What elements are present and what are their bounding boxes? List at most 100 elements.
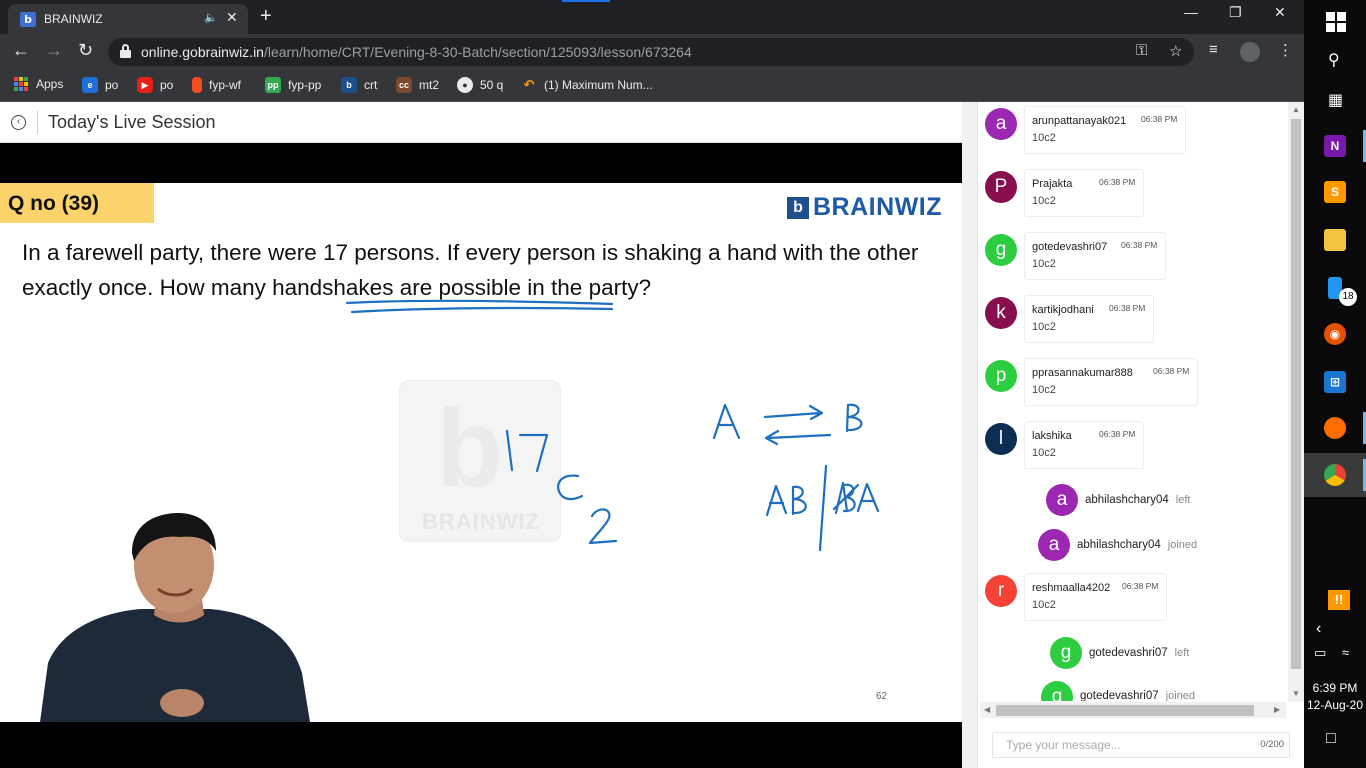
bookmark-star-icon[interactable]: ☆ bbox=[1169, 42, 1182, 60]
chat-vertical-scrollbar[interactable]: ▲ ▼ bbox=[1288, 102, 1304, 702]
sublime-icon: S bbox=[1324, 181, 1346, 203]
reload-icon[interactable]: ↻ bbox=[78, 40, 93, 61]
taskbar-firefox[interactable] bbox=[1304, 406, 1366, 450]
back-arrow-icon[interactable]: ← bbox=[12, 40, 30, 61]
bookmark-fyp-pp[interactable]: pp fyp-pp bbox=[265, 77, 321, 93]
ink-digit-2 bbox=[588, 508, 618, 545]
ink-BA-crossed bbox=[832, 481, 880, 515]
scroll-right-icon[interactable]: ▶ bbox=[1274, 705, 1280, 714]
bookmark-label: (1) Maximum Num... bbox=[544, 78, 653, 92]
bookmark-apps[interactable]: Apps bbox=[14, 77, 63, 91]
message-bubble: gotedevashri07 06:38 PM 10c2 bbox=[1024, 232, 1166, 280]
scroll-up-icon[interactable]: ▲ bbox=[1292, 105, 1300, 114]
bookmark-po-1[interactable]: e po bbox=[82, 77, 118, 93]
chat-event-left: a abhilashchary04 left bbox=[1046, 484, 1190, 516]
forward-arrow-icon[interactable]: → bbox=[45, 40, 63, 61]
window-close-icon[interactable]: ✕ bbox=[1274, 4, 1286, 21]
bookmark-fyp-wf[interactable]: fyp-wf bbox=[192, 77, 241, 93]
avatar: r bbox=[985, 575, 1017, 607]
taskbar-media[interactable]: ◉ bbox=[1304, 312, 1366, 356]
bookmark-maximum-num[interactable]: ↶ (1) Maximum Num... bbox=[521, 77, 653, 93]
e-icon: e bbox=[82, 77, 98, 93]
action-center-icon[interactable]: □ bbox=[1326, 730, 1336, 748]
windows-logo-icon bbox=[1326, 12, 1346, 32]
avatar: a bbox=[1038, 529, 1070, 561]
bookmarks-bar: Apps e po ▶ po fyp-wf pp fyp-pp b crt cc… bbox=[0, 70, 1304, 102]
chat-horizontal-scrollbar[interactable]: ◀ ▶ bbox=[980, 702, 1286, 718]
ink-letter-B bbox=[845, 403, 863, 433]
chat-hscroll-thumb[interactable] bbox=[996, 705, 1254, 716]
slide-number: 62 bbox=[876, 691, 888, 702]
live-video-player[interactable]: Q no (39) b BRAINWIZ In a farewell party… bbox=[0, 143, 962, 768]
profile-avatar[interactable] bbox=[1240, 42, 1260, 62]
event-username: abhilashchary04 bbox=[1085, 494, 1169, 506]
ink-arrow-right bbox=[763, 404, 824, 421]
message-bubble: Prajakta 06:38 PM 10c2 bbox=[1024, 169, 1144, 217]
windows-taskbar: ⚲ ▦ N S 18 ◉ ⊞ !! ‹ ▭ ≈ 6:39 PM 12-Aug-2… bbox=[1304, 0, 1366, 768]
media-control-icon[interactable]: ≡ bbox=[1209, 41, 1218, 58]
restore-icon[interactable]: ❐ bbox=[1229, 4, 1242, 21]
event-status: joined bbox=[1167, 539, 1198, 551]
address-bar[interactable]: online.gobrainwiz.in/learn/home/CRT/Even… bbox=[108, 38, 1194, 66]
message-text: 10c2 bbox=[1032, 321, 1056, 333]
header-divider bbox=[37, 111, 38, 134]
start-button[interactable] bbox=[1304, 0, 1366, 44]
battery-icon[interactable]: ▭ bbox=[1314, 645, 1326, 661]
search-icon[interactable]: ⚲ bbox=[1328, 50, 1340, 70]
key-icon[interactable]: ⚿ bbox=[1136, 42, 1147, 59]
taskbar-sublime[interactable]: S bbox=[1304, 170, 1366, 214]
presenter-video bbox=[40, 513, 310, 722]
taskbar-clock[interactable]: 6:39 PM 12-Aug-20 bbox=[1304, 680, 1366, 714]
taskbar-phone[interactable]: 18 bbox=[1304, 266, 1366, 310]
taskbar-explorer[interactable] bbox=[1304, 218, 1366, 262]
media-player-icon: ◉ bbox=[1324, 323, 1346, 345]
chat-scroll-thumb[interactable] bbox=[1291, 119, 1301, 669]
message-username: lakshika bbox=[1032, 430, 1072, 442]
message-username: gotedevashri07 bbox=[1032, 241, 1108, 253]
notification-alert-icon[interactable]: !! bbox=[1328, 590, 1350, 610]
ink-letter-c bbox=[557, 474, 584, 501]
tab-close-icon[interactable]: ✕ bbox=[226, 9, 238, 26]
menu-dots-icon[interactable]: ⋮ bbox=[1278, 41, 1293, 59]
taskbar-chrome[interactable] bbox=[1304, 453, 1366, 497]
message-time: 06:38 PM bbox=[1099, 177, 1136, 187]
bookmark-label: mt2 bbox=[419, 78, 440, 92]
browser-toolbar: ← → ↻ online.gobrainwiz.in/learn/home/CR… bbox=[0, 34, 1304, 70]
message-username: pprasannakumar888 bbox=[1032, 367, 1133, 379]
bookmark-po-2[interactable]: ▶ po bbox=[137, 77, 173, 93]
avatar: a bbox=[985, 108, 1017, 140]
scroll-down-icon[interactable]: ▼ bbox=[1292, 689, 1300, 698]
chat-event-joined: g gotedevashri07 joined bbox=[1041, 681, 1195, 701]
presenter-hand bbox=[160, 689, 204, 717]
bookmark-mt2[interactable]: cc mt2 bbox=[396, 77, 439, 93]
new-tab-icon[interactable]: + bbox=[260, 5, 272, 27]
browser-tab[interactable]: b BRAINWIZ 🔈 ✕ bbox=[8, 4, 248, 34]
bookmark-label: Apps bbox=[36, 77, 64, 91]
chevron-left-icon[interactable]: ‹ bbox=[1316, 620, 1321, 638]
avatar: g bbox=[985, 234, 1017, 266]
task-view-icon[interactable]: ▦ bbox=[1328, 90, 1343, 110]
message-text: 10c2 bbox=[1032, 195, 1056, 207]
bookmark-crt[interactable]: b crt bbox=[341, 77, 377, 93]
url-path: /learn/home/CRT/Evening-8-30-Batch/secti… bbox=[263, 44, 692, 60]
globe-icon: ● bbox=[457, 77, 473, 93]
lock-icon[interactable] bbox=[120, 44, 131, 58]
chat-message-input[interactable] bbox=[993, 733, 1243, 757]
event-username: abhilashchary04 bbox=[1077, 539, 1161, 551]
url-text[interactable]: online.gobrainwiz.in/learn/home/CRT/Even… bbox=[141, 44, 692, 60]
event-username: gotedevashri07 bbox=[1080, 690, 1159, 701]
underline-stroke bbox=[350, 306, 614, 314]
taskbar-onenote[interactable]: N bbox=[1304, 124, 1366, 168]
tab-title: BRAINWIZ bbox=[44, 12, 103, 26]
message-bubble: lakshika 06:38 PM 10c2 bbox=[1024, 421, 1144, 469]
tab-audio-icon[interactable]: 🔈 bbox=[204, 11, 218, 24]
wifi-icon[interactable]: ≈ bbox=[1342, 645, 1349, 660]
minimize-icon[interactable]: — bbox=[1184, 4, 1198, 20]
scroll-left-icon[interactable]: ◀ bbox=[984, 705, 990, 714]
taskbar-calculator[interactable]: ⊞ bbox=[1304, 360, 1366, 404]
bookmark-50q[interactable]: ● 50 q bbox=[457, 77, 503, 93]
message-text: 10c2 bbox=[1032, 258, 1056, 270]
back-circle-icon[interactable]: ‹ bbox=[11, 115, 26, 130]
event-status: left bbox=[1174, 647, 1190, 659]
bookmark-label: crt bbox=[364, 78, 378, 92]
